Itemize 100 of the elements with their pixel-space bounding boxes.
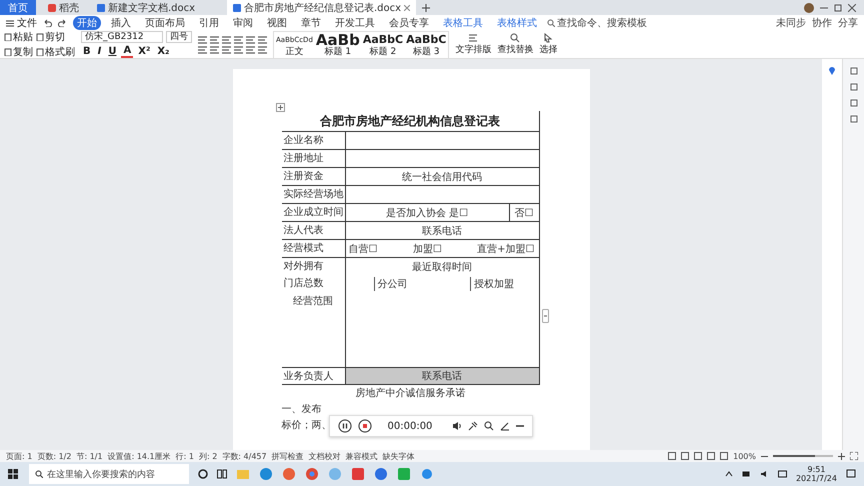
clock-date[interactable]: 2021/7/24 [796, 474, 837, 483]
location-pin-icon[interactable] [828, 65, 836, 75]
file-menu-button[interactable]: 文件 [6, 16, 37, 30]
status-item[interactable]: 兼容模式 [346, 450, 378, 462]
circle-icon[interactable] [198, 469, 208, 479]
close-icon[interactable] [848, 4, 856, 12]
toolbar-button[interactable]: 查找替换 [497, 33, 534, 56]
toolbar-button[interactable]: 粘贴 [4, 30, 33, 44]
menu-tab[interactable]: 开发工具 [331, 16, 379, 30]
browser-icon[interactable] [259, 467, 273, 481]
status-item: 页数: 1/2 [37, 450, 72, 462]
align-icon[interactable] [234, 46, 243, 54]
tab[interactable]: 稻壳 [42, 0, 85, 15]
list-icon[interactable] [246, 36, 255, 44]
stop-icon[interactable] [358, 419, 372, 433]
list-icon[interactable] [210, 36, 219, 44]
undo-icon[interactable] [43, 19, 52, 27]
menu-tab[interactable]: 会员专享 [385, 16, 433, 30]
taskbar-search-field[interactable]: 在这里输入你要搜索的内容 [29, 464, 189, 484]
align-icon[interactable] [258, 46, 267, 54]
form-text: 统一社会信用代码 [402, 170, 482, 184]
form-text: 加盟☐ [412, 242, 442, 256]
align-icon[interactable] [198, 46, 207, 54]
menu-tab[interactable]: 开始 [73, 16, 101, 30]
toolbar-button[interactable]: 剪切 [36, 30, 75, 44]
list-icon[interactable] [198, 36, 207, 44]
toolbar-link[interactable]: 未同步 [776, 16, 806, 30]
menu-tab[interactable]: 插入 [107, 16, 135, 30]
style-preset[interactable]: AaBbC 标题 3 [406, 32, 446, 56]
add-tab-icon[interactable] [422, 4, 430, 12]
format-button[interactable]: X₂ [155, 46, 172, 57]
toolbar-link[interactable]: 分享 [838, 16, 858, 30]
toolbar-button[interactable]: 选择 [539, 33, 558, 56]
menu-tab[interactable]: 引用 [195, 16, 223, 30]
menu-tab[interactable]: 章节 [297, 16, 325, 30]
align-icon[interactable] [210, 46, 219, 54]
form-title: 合肥市房地产经纪机构信息登记表 [282, 111, 540, 131]
format-button[interactable]: X² [136, 46, 152, 57]
style-preset[interactable]: AaBb 标题 1 [316, 32, 360, 56]
toolbar-link[interactable]: 协作 [812, 16, 832, 30]
toolbar-button[interactable]: 复制 [4, 45, 33, 59]
search-icon [35, 470, 43, 478]
list-icon[interactable] [258, 36, 267, 44]
format-button[interactable]: I [96, 46, 104, 57]
form-text: 否☐ [514, 206, 534, 220]
status-item[interactable]: 文档校对 [308, 450, 341, 462]
menu-tab[interactable]: 页面布局 [141, 16, 189, 30]
close-icon[interactable] [404, 4, 410, 10]
align-icon[interactable] [246, 46, 255, 54]
pin-icon[interactable] [468, 421, 478, 431]
tab[interactable]: 新建文字文档.docx [91, 0, 221, 15]
zoom-in-icon[interactable] [838, 452, 845, 460]
windows-start-icon[interactable] [8, 469, 18, 479]
browser-icon[interactable] [282, 467, 296, 481]
status-item[interactable]: 拼写检查 [272, 450, 304, 462]
timer-text: 00:00:00 [388, 420, 432, 432]
zoom-level[interactable]: 100% [733, 452, 756, 460]
fullscreen-icon[interactable] [850, 452, 858, 460]
battery-icon[interactable] [742, 471, 751, 477]
list-icon[interactable] [234, 36, 243, 44]
style-preset[interactable]: AaBbC 标题 2 [362, 32, 404, 56]
document-heading: 房地产中介诚信服务承诺 [354, 388, 466, 400]
clock-time[interactable]: 9:51 [808, 465, 826, 474]
format-button[interactable]: U [106, 46, 118, 57]
font-name-dropdown[interactable]: 仿宋_GB2312 [81, 31, 163, 43]
tab[interactable]: 首页 [0, 0, 36, 15]
menu-tab[interactable]: 审阅 [229, 16, 257, 30]
status-item[interactable]: 缺失字体 [382, 450, 415, 462]
task-view-icon[interactable] [217, 469, 227, 479]
expand-icon[interactable] [542, 309, 548, 323]
restore-icon[interactable] [834, 4, 842, 12]
chevron-up-icon[interactable] [724, 471, 733, 477]
status-item: 节: 1/1 [76, 450, 103, 462]
speaker-icon[interactable] [760, 470, 769, 478]
toolbar-button[interactable]: 文字排版 [455, 33, 492, 56]
status-item: 页面: 1 [6, 450, 32, 462]
format-button[interactable]: B [81, 46, 93, 57]
form-label: 企业成立时间 [282, 206, 344, 220]
list-icon[interactable] [222, 36, 231, 44]
speaker-icon[interactable] [452, 421, 462, 431]
menu-tab[interactable]: 表格工具 [439, 16, 487, 30]
form-text: 直营+加盟☐ [477, 242, 534, 256]
table-move-handle-icon[interactable] [276, 103, 284, 112]
tab[interactable]: 合肥市房地产经纪信息登记表.docx [227, 0, 416, 15]
keyboard-icon[interactable] [778, 470, 787, 478]
form-label: 注册资金 [282, 170, 324, 184]
font-size-dropdown[interactable]: 四号 [166, 31, 192, 43]
avatar-icon[interactable] [804, 2, 814, 12]
magnifier-icon[interactable] [484, 421, 494, 431]
menu-tab[interactable]: 视图 [263, 16, 291, 30]
pause-icon[interactable] [338, 419, 352, 433]
browser-icon[interactable] [305, 467, 319, 481]
search-icon [510, 33, 520, 43]
paragraph-text: 标价；两、 [282, 420, 332, 432]
align-icon[interactable] [222, 46, 231, 54]
command-search[interactable]: 查找命令、搜索模板 [547, 16, 647, 30]
redo-icon[interactable] [58, 19, 67, 27]
menu-tab[interactable]: 表格样式 [493, 16, 541, 30]
form-label: 法人代表 [282, 224, 324, 238]
toolbar-button[interactable]: 格式刷 [36, 45, 75, 59]
